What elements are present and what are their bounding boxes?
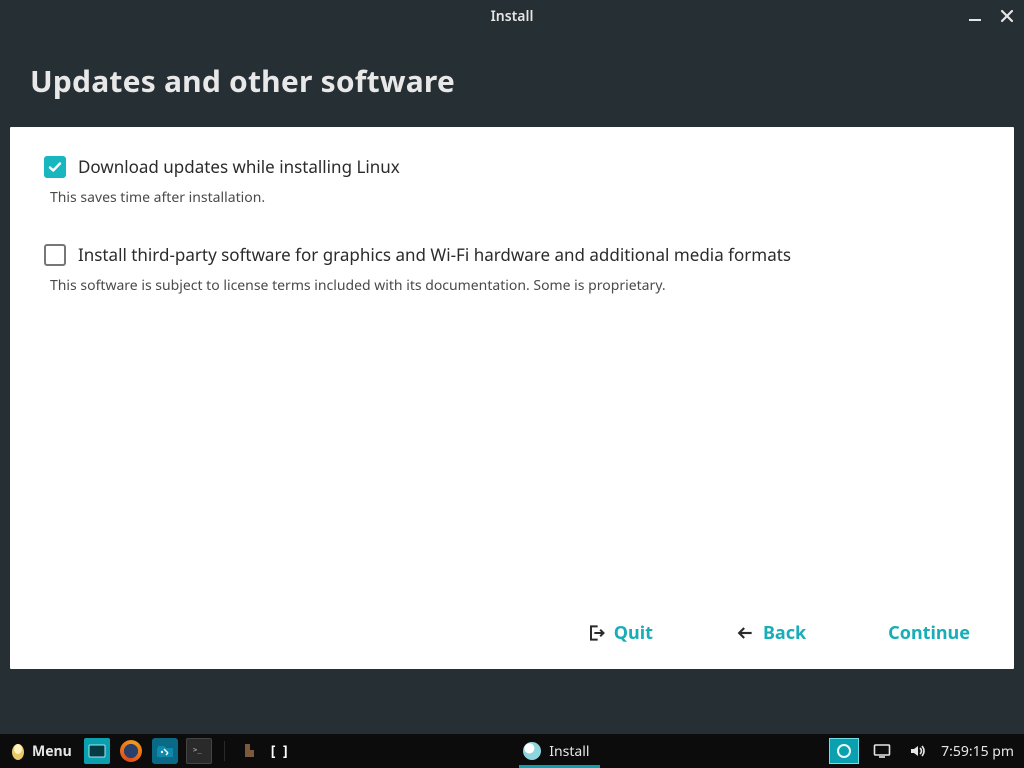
spacer xyxy=(44,313,980,621)
task-label: Install xyxy=(549,742,589,761)
show-desktop-icon[interactable] xyxy=(84,738,110,764)
workspace-indicator[interactable]: [ ] xyxy=(271,742,290,761)
task-install[interactable]: Install xyxy=(515,734,603,768)
tray-displays-icon[interactable] xyxy=(869,738,895,764)
file-manager-icon[interactable] xyxy=(152,738,178,764)
start-menu[interactable]: Menu xyxy=(6,741,76,761)
quit-button[interactable]: Quit xyxy=(586,621,653,645)
svg-text:>_: >_ xyxy=(193,746,202,754)
desc-third-party: This software is subject to license term… xyxy=(50,276,980,295)
installer-app-icon xyxy=(523,742,541,760)
taskbar-center: Install xyxy=(290,734,829,768)
tray-volume-icon[interactable] xyxy=(905,738,931,764)
window-title: Install xyxy=(491,7,534,26)
installer-window: Install Updates and other software Dow xyxy=(0,0,1024,720)
label-download-updates[interactable]: Download updates while installing Linux xyxy=(78,155,400,178)
content-panel: Download updates while installing Linux … xyxy=(10,127,1014,669)
page-title: Updates and other software xyxy=(30,60,994,101)
taskbar-separator xyxy=(224,741,225,761)
boot-icon[interactable] xyxy=(237,738,263,764)
option-third-party: Install third-party software for graphic… xyxy=(44,243,980,295)
taskbar-right: 7:59:15 pm xyxy=(829,738,1024,764)
arrow-left-icon xyxy=(735,623,755,643)
close-button[interactable] xyxy=(998,7,1016,25)
desc-download-updates: This saves time after installation. xyxy=(50,188,980,207)
penguin-icon xyxy=(10,741,26,761)
checkbox-download-updates[interactable] xyxy=(44,156,66,178)
quit-label: Quit xyxy=(614,621,653,645)
titlebar[interactable]: Install xyxy=(0,0,1024,32)
minimize-button[interactable] xyxy=(966,7,984,25)
checkbox-third-party[interactable] xyxy=(44,244,66,266)
taskbar-left: Menu >_ [ ] xyxy=(0,738,290,764)
ring-icon xyxy=(837,744,851,758)
firefox-icon[interactable] xyxy=(118,738,144,764)
label-third-party[interactable]: Install third-party software for graphic… xyxy=(78,243,791,266)
continue-label: Continue xyxy=(888,621,970,645)
back-button[interactable]: Back xyxy=(735,621,806,645)
exit-icon xyxy=(586,623,606,643)
terminal-icon[interactable]: >_ xyxy=(186,738,212,764)
window-controls xyxy=(966,0,1016,32)
menu-label: Menu xyxy=(32,742,72,761)
page-header: Updates and other software xyxy=(0,32,1024,127)
back-label: Back xyxy=(763,621,806,645)
launcher-tile[interactable] xyxy=(829,738,859,764)
button-row: Quit Back Continue xyxy=(44,621,980,645)
taskbar: Menu >_ [ ] Install xyxy=(0,734,1024,768)
tray-clock[interactable]: 7:59:15 pm xyxy=(941,742,1014,761)
desktop: Install Updates and other software Dow xyxy=(0,0,1024,768)
option-download-updates: Download updates while installing Linux … xyxy=(44,155,980,207)
continue-button[interactable]: Continue xyxy=(888,621,970,645)
